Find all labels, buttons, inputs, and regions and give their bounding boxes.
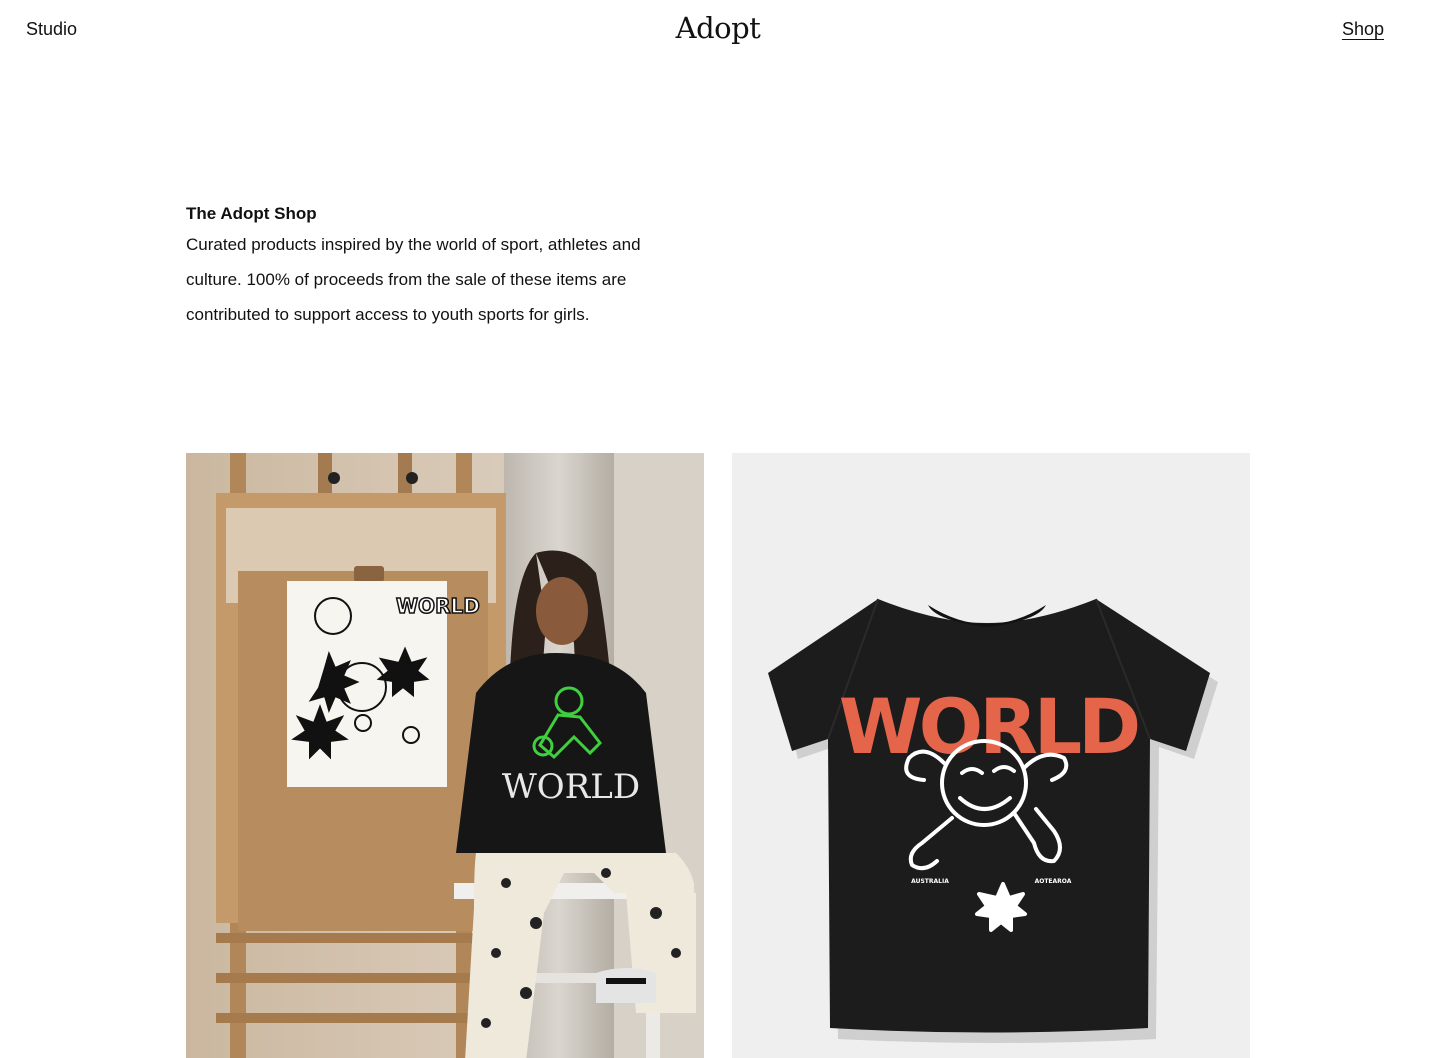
product-card-tshirt[interactable]: WORLD AUSTRALIA AOTEAROA [732,453,1250,1058]
shop-intro: The Adopt Shop Curated products inspired… [186,200,706,332]
product-card-lifestyle[interactable]: WORLD WORLD [186,453,704,1058]
poster-text: WORLD [396,594,480,618]
tshirt-print-aotearoa: AOTEAROA [1035,878,1072,885]
site-header: Studio Adopt Shop [0,0,1436,64]
tshirt-photo: WORLD AUSTRALIA AOTEAROA [732,453,1250,1058]
product-grid: WORLD WORLD WORLD AUSTRALIA AOTEAROA [186,453,1250,1058]
shop-description: Curated products inspired by the world o… [186,227,706,332]
site-logo[interactable]: Adopt [0,11,1436,45]
description-line: Curated products inspired by the world o… [186,235,641,254]
shop-title: The Adopt Shop [186,204,317,223]
nav-shop-link[interactable]: Shop [1342,19,1384,40]
hoodie-text: WORLD [502,767,640,807]
description-line: contributed to support access to youth s… [186,305,590,324]
tshirt-print-text: WORLD [839,682,1138,771]
tshirt-print-australia: AUSTRALIA [911,878,949,885]
lifestyle-photo: WORLD WORLD [186,453,704,1058]
description-line: culture. 100% of proceeds from the sale … [186,270,627,289]
